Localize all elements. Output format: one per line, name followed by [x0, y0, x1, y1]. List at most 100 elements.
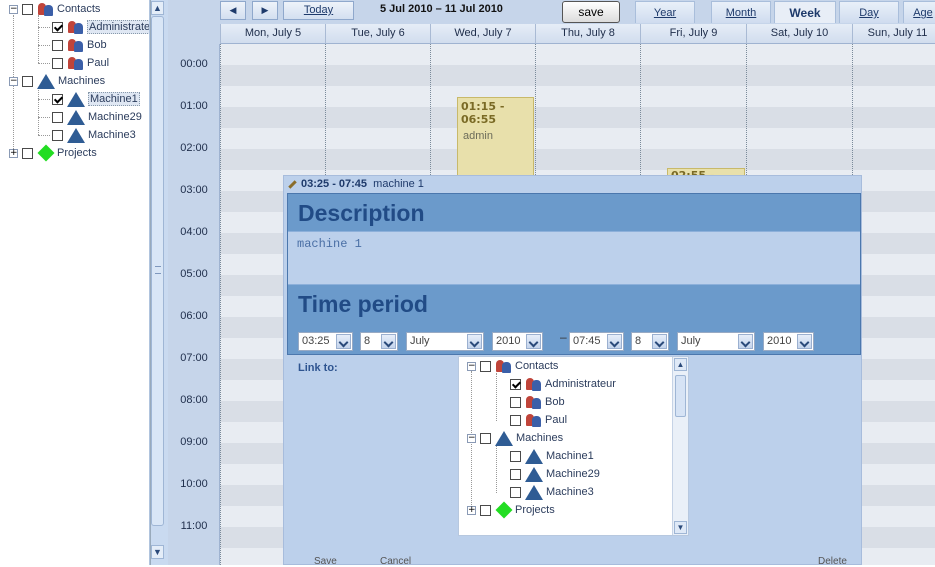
tree-node-machines[interactable]: − Machines — [9, 72, 105, 90]
bob-checkbox[interactable] — [510, 396, 521, 408]
bob-checkbox[interactable] — [52, 39, 63, 51]
day-header[interactable]: Sat, July 10 — [746, 24, 852, 44]
link-node-projects[interactable]: + Projects — [467, 501, 555, 519]
link-node-administrateur[interactable]: Administrateur — [510, 375, 616, 393]
time-slot[interactable] — [220, 128, 935, 149]
machine-icon — [525, 484, 543, 500]
expand-icon[interactable]: + — [467, 505, 476, 515]
link-node-machines[interactable]: − Machines — [467, 429, 563, 447]
time-slot[interactable] — [220, 107, 935, 128]
machine3-checkbox[interactable] — [52, 129, 63, 141]
start-day-select[interactable]: 8 — [360, 332, 398, 351]
day-header[interactable]: Fri, July 9 — [640, 24, 746, 44]
end-month-select[interactable]: July — [677, 332, 755, 351]
people-icon — [67, 56, 84, 71]
tree-node-machine1[interactable]: Machine1 — [52, 90, 140, 108]
delete-event-button[interactable]: Delete — [818, 556, 847, 567]
link-tree: − Contacts Administrateur Bob Paul − Mac… — [458, 356, 689, 536]
projects-checkbox[interactable] — [480, 504, 491, 516]
people-icon — [67, 20, 84, 35]
tree-guide-line — [496, 445, 497, 493]
link-tree-scroll-thumb[interactable] — [675, 375, 686, 417]
description-field[interactable]: machine 1 — [288, 231, 860, 285]
paul-checkbox[interactable] — [52, 57, 63, 69]
machine29-checkbox[interactable] — [510, 468, 521, 480]
time-label: 09:00 — [180, 436, 208, 448]
tree-node-bob[interactable]: Bob — [52, 36, 107, 54]
tree-node-paul[interactable]: Paul — [52, 54, 109, 72]
day-header[interactable]: Wed, July 7 — [430, 24, 535, 44]
end-time-select[interactable]: 07:45 — [569, 332, 624, 351]
projects-checkbox[interactable] — [22, 147, 33, 159]
event-admin[interactable]: 01:15 - 06:55 admin — [457, 97, 534, 181]
contacts-checkbox[interactable] — [22, 3, 33, 15]
scroll-down-icon[interactable]: ▼ — [151, 545, 164, 559]
description-heading: Description — [298, 200, 425, 226]
day-header[interactable]: Thu, July 8 — [535, 24, 640, 44]
tree-node-label: Machines — [58, 75, 106, 87]
link-node-machine1[interactable]: Machine1 — [510, 447, 594, 465]
tab-day[interactable]: Day — [839, 1, 899, 23]
chevron-down-icon — [381, 334, 396, 349]
contacts-checkbox[interactable] — [480, 360, 491, 372]
cancel-event-button[interactable]: Cancel — [380, 556, 411, 567]
day-header[interactable]: Sun, July 11 — [852, 24, 935, 44]
tree-node-label: Machine1 — [88, 92, 140, 106]
day-column-divider — [220, 44, 221, 565]
paul-checkbox[interactable] — [510, 414, 521, 426]
tab-agenda[interactable]: Age — [903, 1, 935, 23]
link-node-machine29[interactable]: Machine29 — [510, 465, 600, 483]
today-button[interactable]: Today — [283, 1, 354, 20]
start-month-select[interactable]: July — [406, 332, 484, 351]
end-day-select[interactable]: 8 — [631, 332, 669, 351]
chevron-down-icon — [526, 334, 541, 349]
machine1-checkbox[interactable] — [510, 450, 521, 462]
tree-guide-line — [38, 45, 50, 46]
tree-node-machine3[interactable]: Machine3 — [52, 126, 136, 144]
save-event-button[interactable]: Save — [314, 556, 337, 567]
save-button[interactable]: save — [562, 1, 620, 23]
link-node-contacts[interactable]: − Contacts — [467, 357, 558, 375]
start-time-select[interactable]: 03:25 — [298, 332, 353, 351]
scroll-up-icon[interactable]: ▲ — [151, 1, 164, 15]
time-slot[interactable] — [220, 65, 935, 86]
tree-node-contacts[interactable]: − Contacts — [9, 0, 100, 18]
administrateur-checkbox[interactable] — [52, 21, 63, 33]
collapse-icon[interactable]: − — [9, 76, 18, 86]
machine1-checkbox[interactable] — [52, 93, 63, 105]
time-slot[interactable] — [220, 44, 935, 65]
collapse-icon[interactable]: − — [9, 4, 18, 14]
day-header[interactable]: Tue, July 6 — [325, 24, 430, 44]
link-node-machine3[interactable]: Machine3 — [510, 483, 594, 501]
end-year-select[interactable]: 2010 — [763, 332, 814, 351]
link-node-paul[interactable]: Paul — [510, 411, 567, 429]
scroll-up-icon[interactable]: ▲ — [674, 358, 687, 371]
tree-node-projects[interactable]: + Projects — [9, 144, 97, 162]
tab-month[interactable]: Month — [711, 1, 771, 23]
scroll-down-icon[interactable]: ▼ — [674, 521, 687, 534]
tab-week[interactable]: Week — [774, 1, 836, 23]
tree-node-label: Paul — [87, 57, 110, 69]
machine29-checkbox[interactable] — [52, 111, 63, 123]
collapse-icon[interactable]: − — [467, 433, 476, 443]
day-header[interactable]: Mon, July 5 — [220, 24, 325, 44]
start-year-select[interactable]: 2010 — [492, 332, 543, 351]
prev-week-button[interactable]: ◀ — [220, 1, 246, 20]
tree-node-machine29[interactable]: Machine29 — [52, 108, 142, 126]
link-node-bob[interactable]: Bob — [510, 393, 565, 411]
administrateur-checkbox[interactable] — [510, 378, 521, 390]
tree-node-administrateur[interactable]: Administrateur — [52, 18, 149, 36]
time-period-heading: Time period — [298, 291, 428, 317]
chevron-down-icon — [738, 334, 753, 349]
time-slot[interactable] — [220, 149, 935, 170]
expand-icon[interactable]: + — [9, 148, 18, 158]
next-week-button[interactable]: ▶ — [252, 1, 278, 20]
machine-icon — [67, 91, 85, 107]
time-slot[interactable] — [220, 86, 935, 107]
machine3-checkbox[interactable] — [510, 486, 521, 498]
machines-checkbox[interactable] — [480, 432, 491, 444]
collapse-icon[interactable]: − — [467, 361, 476, 371]
machines-checkbox[interactable] — [22, 75, 33, 87]
people-icon — [37, 2, 54, 17]
tab-year[interactable]: Year — [635, 1, 695, 23]
